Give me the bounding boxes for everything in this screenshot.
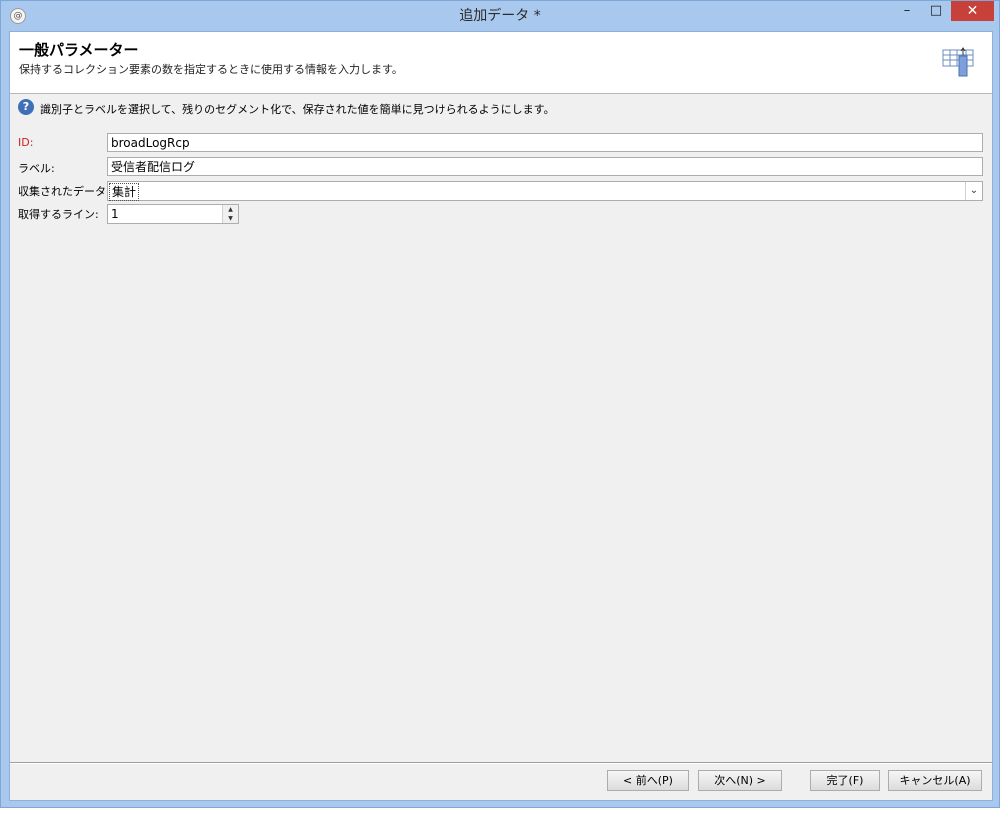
title-bar[interactable]: @ 追加データ * – □ ✕ xyxy=(1,1,999,31)
lines-value: 1 xyxy=(111,207,119,221)
footer-divider xyxy=(10,762,992,764)
finish-button[interactable]: 完了(F) xyxy=(810,770,880,791)
window-title: 追加データ * xyxy=(459,8,541,24)
info-text: 識別子とラベルを選択して、残りのセグメント化で、保存された値を簡単に見つけられる… xyxy=(40,103,555,116)
dialog-content: 一般パラメーター 保持するコレクション要素の数を指定するときに使用する情報を入力… xyxy=(9,31,993,801)
help-icon: ? xyxy=(18,99,34,115)
spin-down-icon[interactable]: ▼ xyxy=(222,214,238,223)
dialog-window: @ 追加データ * – □ ✕ 一般パラメーター 保持するコレクション要素の数を… xyxy=(0,0,1000,808)
id-input[interactable]: broadLogRcp xyxy=(107,133,983,152)
lines-label: 取得するライン: xyxy=(18,208,99,221)
page-title: 一般パラメーター xyxy=(19,41,139,59)
close-button[interactable]: ✕ xyxy=(951,1,994,21)
label-label: ラベル: xyxy=(18,162,55,175)
next-button[interactable]: 次へ(N) > xyxy=(698,770,782,791)
collected-data-label: 収集されたデータ: xyxy=(18,185,110,198)
id-label: ID: xyxy=(18,136,34,149)
maximize-button[interactable]: □ xyxy=(923,1,949,21)
chevron-down-icon[interactable]: ⌄ xyxy=(965,182,982,200)
prev-button[interactable]: < 前へ(P) xyxy=(607,770,689,791)
wizard-header: 一般パラメーター 保持するコレクション要素の数を指定するときに使用する情報を入力… xyxy=(10,32,992,94)
page-subtitle: 保持するコレクション要素の数を指定するときに使用する情報を入力します。 xyxy=(19,63,403,76)
minimize-button[interactable]: – xyxy=(894,1,920,21)
lines-stepper[interactable]: 1 ▲ ▼ xyxy=(107,204,239,224)
cancel-button[interactable]: キャンセル(A) xyxy=(888,770,982,791)
collected-data-value: 集計 xyxy=(109,183,140,201)
collected-data-select[interactable]: 集計 ⌄ xyxy=(107,181,983,201)
label-input[interactable]: 受信者配信ログ xyxy=(107,157,983,176)
table-columns-icon xyxy=(942,47,974,77)
